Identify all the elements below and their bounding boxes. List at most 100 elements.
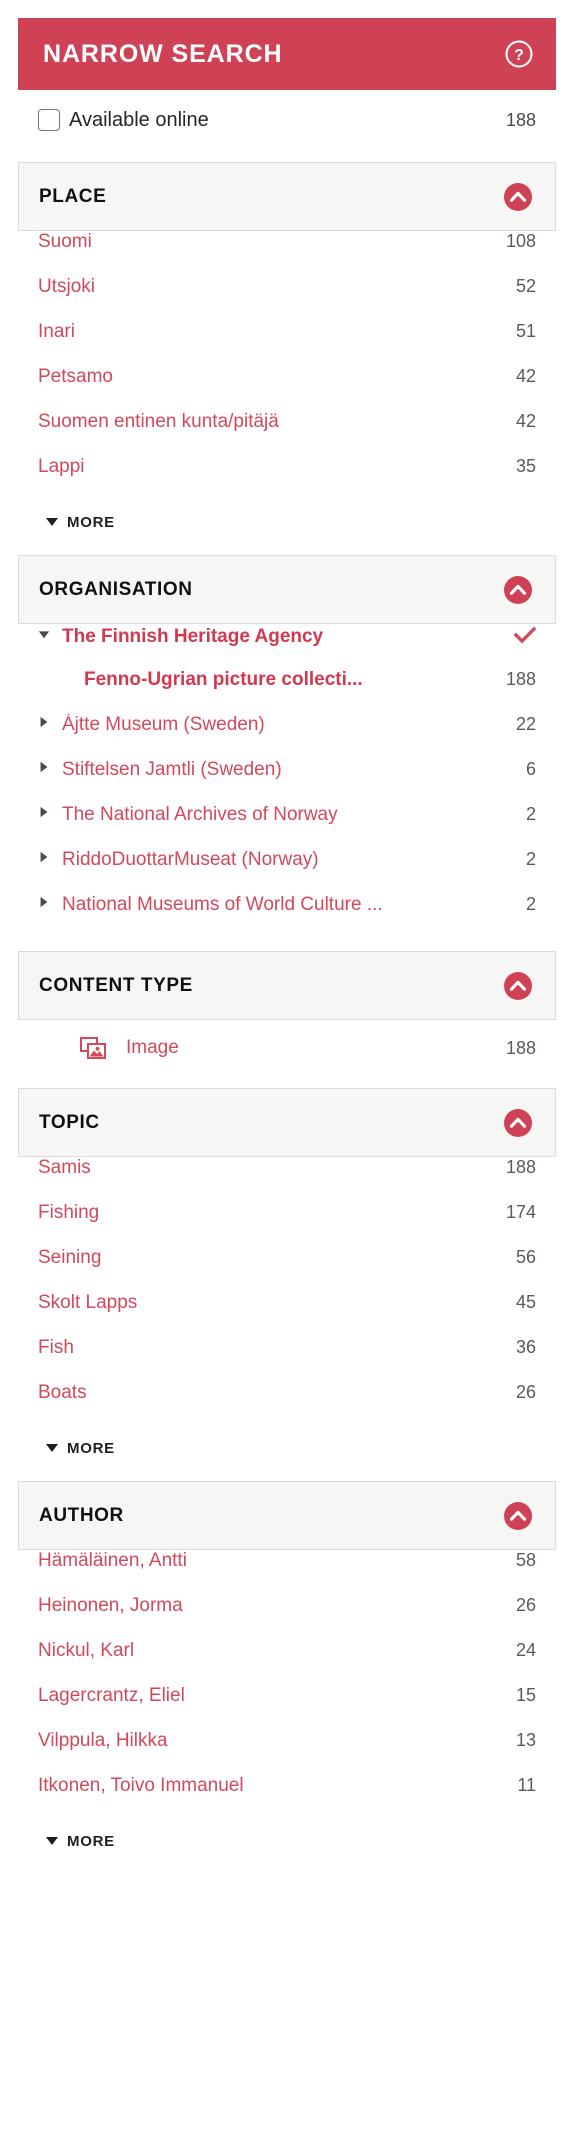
- facet-item[interactable]: Lagercrantz, Eliel 15: [18, 1685, 556, 1730]
- facet-item[interactable]: Vilppula, Hilkka 13: [18, 1730, 556, 1775]
- available-online-checkbox[interactable]: [38, 109, 60, 131]
- facet-more-label: MORE: [67, 1832, 115, 1850]
- available-online-label: Available online: [69, 108, 209, 131]
- facet-item-label: Seining: [38, 1247, 102, 1268]
- facet-group-organisation: ORGANISATION The Finnish Heritage Agency F…: [18, 555, 556, 939]
- facet-item-label: Heinonen, Jorma: [38, 1595, 183, 1616]
- chevron-up-circle-icon[interactable]: [503, 971, 533, 1001]
- facet-header[interactable]: TOPIC: [18, 1088, 556, 1157]
- triangle-right-icon[interactable]: [38, 896, 56, 908]
- available-online-row[interactable]: Available online 188: [18, 90, 556, 150]
- facet-item[interactable]: Ájtte Museum (Sweden) 22: [18, 714, 556, 759]
- triangle-right-icon[interactable]: [38, 761, 56, 773]
- facet-item-count: 26: [515, 1382, 536, 1402]
- facet-item[interactable]: Utsjoki 52: [18, 276, 556, 321]
- facet-item-count: 188: [505, 1157, 536, 1177]
- facet-more-label: MORE: [67, 1439, 115, 1457]
- facet-header[interactable]: ORGANISATION: [18, 555, 556, 624]
- facet-item-label: Fish: [38, 1337, 74, 1358]
- facet-item-label: Stiftelsen Jamtli (Sweden): [62, 759, 282, 780]
- facet-more-button[interactable]: MORE: [18, 1427, 556, 1469]
- facet-item-label: Fenno-Ugrian picture collecti...: [84, 669, 363, 690]
- facet-more-label: MORE: [67, 513, 115, 531]
- facet-item-count: 56: [515, 1247, 536, 1267]
- facet-item-label: Lappi: [38, 456, 85, 477]
- facet-group-content-type: CONTENT TYPE Image 188: [18, 951, 556, 1076]
- facet-more-button[interactable]: MORE: [18, 1820, 556, 1862]
- facet-item-label: The Finnish Heritage Agency: [62, 626, 324, 647]
- facet-group-place: PLACE Suomi 108 Utsjoki 52 Inari 51 Petsamo 42 Su…: [18, 162, 556, 543]
- facet-item-count: 174: [505, 1202, 536, 1222]
- chevron-up-circle-icon[interactable]: [503, 1108, 533, 1138]
- facet-item[interactable]: National Museums of World Culture ... 2: [18, 894, 556, 939]
- facet-item[interactable]: Skolt Lapps 45: [18, 1292, 556, 1337]
- facet-item[interactable]: Heinonen, Jorma 26: [18, 1595, 556, 1640]
- facet-item[interactable]: RiddoDuottarMuseat (Norway) 2: [18, 849, 556, 894]
- facet-item-label: Utsjoki: [38, 276, 96, 297]
- chevron-up-circle-icon[interactable]: [503, 575, 533, 605]
- facet-item[interactable]: Inari 51: [18, 321, 556, 366]
- facet-item-count: 35: [515, 456, 536, 476]
- facet-item[interactable]: Fenno-Ugrian picture collecti... 188: [18, 669, 556, 714]
- triangle-right-icon[interactable]: [38, 851, 56, 863]
- facet-item-label: RiddoDuottarMuseat (Norway): [62, 849, 319, 870]
- help-circle-icon[interactable]: ?: [504, 39, 534, 69]
- facet-item-label: Lagercrantz, Eliel: [38, 1685, 185, 1706]
- facet-item-label: The National Archives of Norway: [62, 804, 338, 825]
- facet-item[interactable]: Stiftelsen Jamtli (Sweden) 6: [18, 759, 556, 804]
- facet-item[interactable]: Image 188: [18, 1020, 556, 1076]
- caret-down-icon: [46, 1837, 58, 1845]
- facet-item[interactable]: Itkonen, Toivo Immanuel 11: [18, 1775, 556, 1820]
- facet-item[interactable]: Fish 36: [18, 1337, 556, 1382]
- facet-title: CONTENT TYPE: [39, 974, 193, 996]
- facet-item-label: Samis: [38, 1157, 91, 1178]
- triangle-down-icon[interactable]: [38, 628, 56, 640]
- facet-item[interactable]: Samis 188: [18, 1157, 556, 1202]
- facet-header[interactable]: AUTHOR: [18, 1481, 556, 1550]
- facet-item[interactable]: Suomen entinen kunta/pitäjä 42: [18, 411, 556, 456]
- facet-item-label: Ájtte Museum (Sweden): [62, 714, 265, 735]
- caret-down-icon: [46, 518, 58, 526]
- facet-item-label: Image: [126, 1037, 179, 1058]
- facet-title: ORGANISATION: [39, 578, 193, 600]
- facet-title: PLACE: [39, 185, 107, 207]
- facet-item-label: Inari: [38, 321, 75, 342]
- facet-header[interactable]: PLACE: [18, 162, 556, 231]
- facet-item-count: 2: [525, 849, 536, 869]
- facet-item[interactable]: Nickul, Karl 24: [18, 1640, 556, 1685]
- facet-item[interactable]: Seining 56: [18, 1247, 556, 1292]
- facet-header[interactable]: CONTENT TYPE: [18, 951, 556, 1020]
- facet-item-count: 58: [515, 1550, 536, 1570]
- check-icon: [513, 626, 537, 644]
- facet-item-list: Hämäläinen, Antti 58 Heinonen, Jorma 26 Nick…: [18, 1550, 556, 1820]
- facet-item[interactable]: Hämäläinen, Antti 58: [18, 1550, 556, 1595]
- facet-item-count: 42: [515, 411, 536, 431]
- facet-item-count: 15: [515, 1685, 536, 1705]
- facet-item-count: 52: [515, 276, 536, 296]
- chevron-up-circle-icon[interactable]: [503, 1501, 533, 1531]
- facet-item-list: The Finnish Heritage Agency Fenno-Ugrian …: [18, 624, 556, 939]
- facet-item[interactable]: Petsamo 42: [18, 366, 556, 411]
- facet-item-count: 11: [517, 1775, 536, 1795]
- caret-down-icon: [46, 1444, 58, 1452]
- facet-item[interactable]: Lappi 35: [18, 456, 556, 501]
- facet-item[interactable]: Suomi 108: [18, 231, 556, 276]
- facet-more-button[interactable]: MORE: [18, 501, 556, 543]
- facet-item[interactable]: Fishing 174: [18, 1202, 556, 1247]
- triangle-right-icon[interactable]: [38, 806, 56, 818]
- facet-item-count: 45: [515, 1292, 536, 1312]
- facet-item[interactable]: The National Archives of Norway 2: [18, 804, 556, 849]
- facet-item-count: 42: [515, 366, 536, 386]
- facet-groups: PLACE Suomi 108 Utsjoki 52 Inari 51 Petsamo 42 Su…: [0, 150, 574, 1862]
- facet-item-count: 22: [515, 714, 536, 734]
- facet-item[interactable]: The Finnish Heritage Agency: [18, 624, 556, 669]
- chevron-up-circle-icon[interactable]: [503, 182, 533, 212]
- triangle-right-icon[interactable]: [38, 716, 56, 728]
- facet-item[interactable]: Boats 26: [18, 1382, 556, 1427]
- facet-item-label: Hämäläinen, Antti: [38, 1550, 187, 1571]
